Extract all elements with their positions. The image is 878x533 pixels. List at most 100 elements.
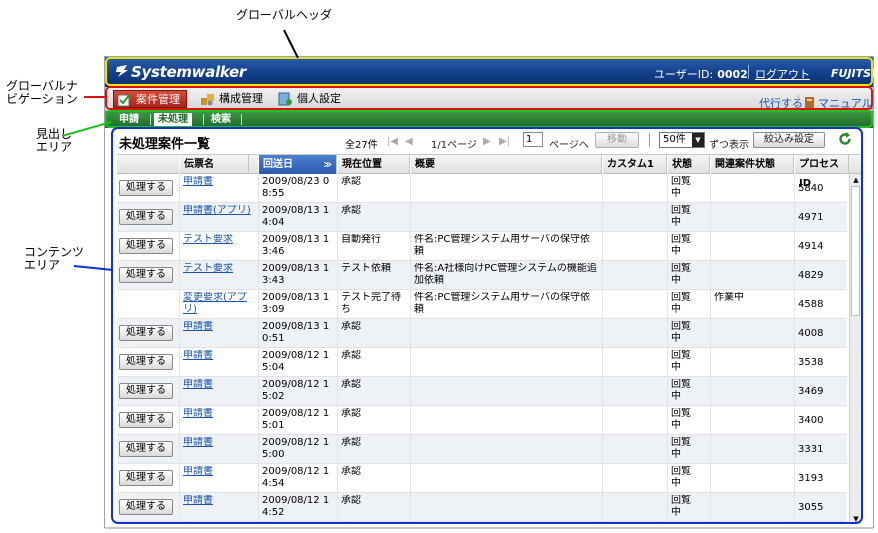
proxy-link[interactable]: 代行する bbox=[759, 95, 803, 111]
annotation-heading-area-line2: エリア bbox=[36, 140, 73, 154]
nav-divider bbox=[798, 94, 799, 108]
column-slip-name[interactable]: 伝票名 bbox=[179, 155, 249, 174]
annotation-global-header: グローバルヘッダ bbox=[236, 8, 332, 22]
cell-date: 2009/08/13 1 4:04 bbox=[262, 205, 330, 228]
table-row[interactable]: 処理する 申請書 2009/08/12 1 5:04 承認 回覧中 3538 bbox=[117, 348, 847, 377]
next-page-icon[interactable]: ▶ bbox=[483, 136, 491, 147]
last-page-icon[interactable]: ▶| bbox=[499, 136, 510, 147]
process-button[interactable]: 処理する bbox=[119, 354, 173, 370]
cell-slip[interactable]: テスト要求 bbox=[183, 263, 253, 275]
user-id-label: ユーザーID: bbox=[654, 68, 714, 81]
column-summary[interactable]: 概要 bbox=[410, 155, 602, 174]
refresh-icon[interactable] bbox=[838, 132, 852, 146]
column-related-status[interactable]: 関連案件状態 bbox=[710, 155, 794, 174]
cell-status: 回覧中 bbox=[671, 437, 691, 460]
table-row[interactable]: 処理する 申請書 2009/08/12 1 4:52 承認 回覧中 3055 bbox=[117, 493, 847, 522]
systemwalker-logo-icon bbox=[116, 65, 128, 77]
table-row[interactable]: 処理する テスト要求 2009/08/13 1 3:43 テスト依頼 件名:A社様向けP… bbox=[117, 261, 847, 290]
table-row[interactable]: 処理する 申請書 2009/08/12 1 5:02 承認 回覧中 3469 bbox=[117, 377, 847, 406]
process-button[interactable]: 処理する bbox=[119, 470, 173, 486]
cell-slip[interactable]: 申請書 bbox=[183, 176, 253, 188]
process-button[interactable]: 処理する bbox=[119, 412, 173, 428]
cell-pid: 3193 bbox=[798, 473, 824, 484]
cell-slip[interactable]: 申請書 bbox=[183, 495, 253, 507]
cell-slip[interactable]: 申請書 bbox=[183, 350, 253, 362]
cell-position: 承認 bbox=[341, 408, 361, 419]
scroll-down-icon[interactable]: ▼ bbox=[851, 514, 861, 524]
table-row[interactable]: 変更要求(アプリ) 2009/08/13 1 3:09 テスト完了待ち 件名:PC管理… bbox=[117, 290, 847, 319]
cell-slip[interactable]: 申請書 bbox=[183, 437, 253, 449]
tab-personal-settings[interactable]: 個人設定 bbox=[275, 90, 347, 108]
toolbar-divider bbox=[649, 133, 650, 147]
user-id: ユーザーID: 0002 bbox=[654, 66, 748, 82]
column-process-id[interactable]: プロセスID bbox=[794, 155, 849, 189]
table-row[interactable]: 処理する 申請書(アプリ) 2009/08/13 1 4:04 承認 回覧中 4971 bbox=[117, 203, 847, 232]
tab-application[interactable]: 申請 bbox=[115, 113, 143, 126]
cell-pid: 4914 bbox=[798, 241, 824, 252]
logout-link[interactable]: ログアウト bbox=[755, 66, 810, 82]
cell-pid: 3538 bbox=[798, 357, 824, 368]
process-button[interactable]: 処理する bbox=[119, 267, 173, 283]
cell-position: 承認 bbox=[341, 176, 361, 187]
cell-date: 2009/08/12 1 5:04 bbox=[262, 350, 330, 373]
table-row[interactable]: 処理する 申請書 2009/08/12 1 5:00 承認 回覧中 3331 bbox=[117, 435, 847, 464]
cell-slip[interactable]: 変更要求(アプリ) bbox=[183, 292, 253, 316]
tab-config-management[interactable]: 構成管理 bbox=[197, 90, 269, 108]
global-navigation: 案件管理 構成管理 個人設定 代行する マニュアル bbox=[105, 87, 873, 111]
horizontal-scrollbar[interactable] bbox=[105, 527, 873, 529]
cell-position: 承認 bbox=[341, 466, 361, 477]
column-forward-date[interactable]: 回送日 ≫ bbox=[258, 155, 337, 174]
heading-divider bbox=[241, 114, 242, 125]
scroll-up-icon[interactable]: ▲ bbox=[851, 175, 861, 185]
cell-slip[interactable]: テスト要求 bbox=[183, 234, 253, 246]
cell-status: 回覧中 bbox=[671, 408, 691, 431]
move-button[interactable]: 移動 bbox=[595, 132, 639, 148]
process-button[interactable]: 処理する bbox=[119, 383, 173, 399]
process-button[interactable]: 処理する bbox=[119, 499, 173, 515]
global-header: Systemwalker ユーザーID: 0002 ログアウト FUJITSU bbox=[105, 57, 878, 87]
cell-position: テスト依頼 bbox=[341, 263, 391, 274]
cell-date: 2009/08/12 1 5:02 bbox=[262, 379, 330, 402]
table-row[interactable]: 処理する 申請書 2009/08/23 0 8:55 承認 回覧中 5840 bbox=[117, 174, 847, 203]
vertical-scrollbar[interactable]: ▲ ▼ bbox=[849, 174, 861, 524]
tab-unprocessed[interactable]: 未処理 bbox=[154, 113, 192, 126]
cell-slip[interactable]: 申請書 bbox=[183, 466, 253, 478]
manual-link[interactable]: マニュアル bbox=[805, 95, 873, 111]
column-custom1[interactable]: カスタム1 bbox=[602, 155, 667, 174]
scrollbar-thumb[interactable] bbox=[851, 186, 860, 316]
case-table: 伝票名 回送日 ≫ 現在位置 概要 カスタム1 状態 関連案件状態 プロセスID … bbox=[117, 154, 861, 524]
cell-position: 承認 bbox=[341, 379, 361, 390]
process-button[interactable]: 処理する bbox=[119, 238, 173, 254]
filter-settings-button[interactable]: 絞込み設定 bbox=[753, 132, 825, 148]
cell-slip[interactable]: 申請書 bbox=[183, 321, 253, 333]
first-page-icon[interactable]: |◀ bbox=[387, 136, 398, 147]
table-row[interactable]: 処理する 申請書 2009/08/12 1 4:54 承認 回覧中 3193 bbox=[117, 464, 847, 493]
prev-page-icon[interactable]: ◀ bbox=[405, 136, 413, 147]
page-title: 未処理案件一覧 bbox=[119, 137, 211, 152]
check-icon bbox=[117, 93, 131, 107]
table-row[interactable]: 処理する 申請書 2009/08/13 1 0:51 承認 回覧中 4008 bbox=[117, 319, 847, 348]
cell-slip[interactable]: 申請書 bbox=[183, 408, 253, 420]
cell-summary: 件名:A社様向けPC管理システムの機能追加依頼 bbox=[414, 263, 597, 286]
column-current-position[interactable]: 現在位置 bbox=[337, 155, 410, 174]
column-divider bbox=[179, 174, 180, 524]
column-divider bbox=[710, 174, 711, 524]
sort-icon: ≫ bbox=[323, 160, 332, 169]
app-window: Systemwalker ユーザーID: 0002 ログアウト FUJITSU 案… bbox=[104, 56, 878, 529]
table-row[interactable]: 処理する 申請書 2009/08/12 1 5:01 承認 回覧中 3400 bbox=[117, 406, 847, 435]
process-button[interactable]: 処理する bbox=[119, 209, 173, 225]
cell-position: 自動発行 bbox=[341, 234, 381, 245]
cell-position: 承認 bbox=[341, 350, 361, 361]
tab-search[interactable]: 検索 bbox=[207, 113, 235, 126]
process-button[interactable]: 処理する bbox=[119, 325, 173, 341]
process-button[interactable]: 処理する bbox=[119, 180, 173, 196]
cell-slip[interactable]: 申請書 bbox=[183, 379, 253, 391]
table-row[interactable]: 処理する テスト要求 2009/08/13 1 3:46 自動発行 件名:PC管理システ… bbox=[117, 232, 847, 261]
tab-case-management[interactable]: 案件管理 bbox=[113, 90, 187, 108]
page-number-input[interactable]: 1 bbox=[523, 132, 543, 147]
per-page-select[interactable]: 50件 ▼ bbox=[659, 132, 705, 148]
column-status[interactable]: 状態 bbox=[667, 155, 710, 174]
cell-slip[interactable]: 申請書(アプリ) bbox=[183, 205, 253, 217]
process-button[interactable]: 処理する bbox=[119, 441, 173, 457]
header-divider bbox=[748, 65, 749, 79]
